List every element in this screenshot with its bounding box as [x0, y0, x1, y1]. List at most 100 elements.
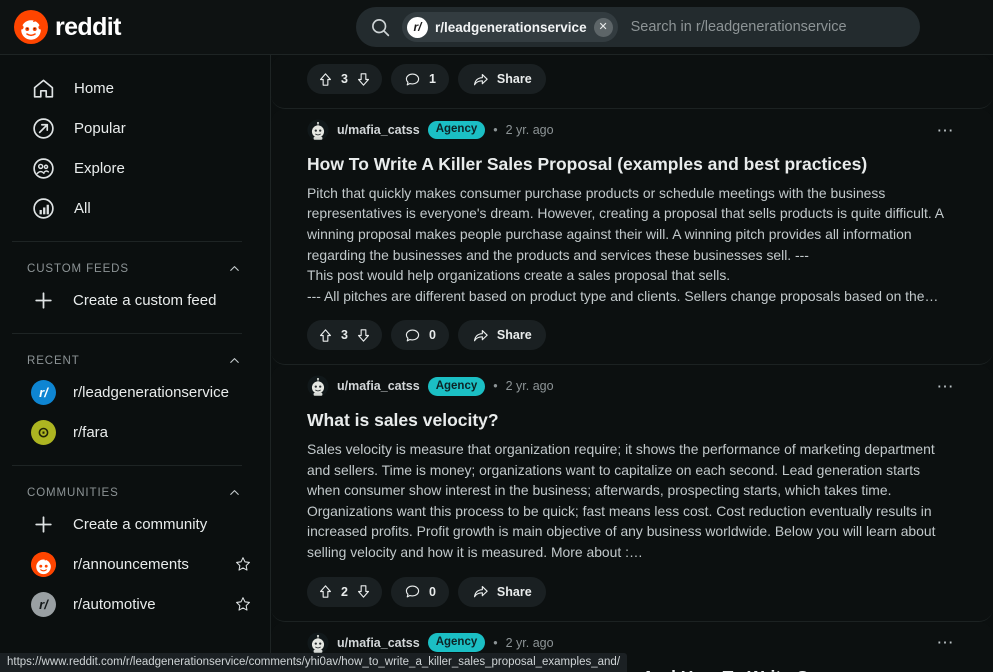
post-author[interactable]: u/mafia_catss — [337, 123, 420, 137]
create-community-button[interactable]: Create a community — [12, 504, 258, 544]
sidebar-divider-1 — [12, 241, 242, 242]
post-separator: • — [493, 379, 498, 394]
post-author[interactable]: u/mafia_catss — [337, 636, 420, 650]
create-custom-feed-button[interactable]: Create a custom feed — [12, 280, 258, 320]
share-label: Share — [496, 584, 532, 599]
user-avatar[interactable] — [307, 119, 329, 141]
downvote-arrow-icon[interactable] — [355, 583, 372, 600]
row-label: r/leadgenerationservice — [73, 383, 229, 401]
vote-pill[interactable]: 2 — [307, 576, 382, 607]
chevron-up-icon[interactable] — [227, 261, 242, 276]
sidebar-item-r-automotive[interactable]: r/ r/automotive — [12, 584, 258, 624]
comment-count: 1 — [428, 72, 436, 86]
post-title[interactable]: How To Write A Killer Sales Proposal (ex… — [307, 153, 957, 176]
reddit-snoo-logo — [14, 10, 48, 44]
post-timestamp: 2 yr. ago — [505, 635, 554, 650]
sidebar-item-popular[interactable]: Popular — [12, 108, 258, 148]
plus-icon — [35, 291, 52, 309]
reddit-home-logo[interactable]: reddit — [14, 10, 264, 44]
post-flair-badge[interactable]: Agency — [427, 377, 486, 396]
post-flair-badge[interactable]: Agency — [427, 633, 486, 652]
section-title: RECENT — [27, 354, 80, 367]
post-action-bar: 3 1 Share — [307, 64, 957, 94]
subreddit-chip-avatar: r/ — [407, 16, 428, 38]
clear-x-icon[interactable]: ✕ — [593, 17, 613, 37]
user-avatar[interactable] — [307, 632, 329, 654]
share-pill[interactable]: Share — [457, 576, 546, 607]
sidebar-section-recent-header[interactable]: RECENT — [27, 353, 242, 368]
share-arrow-icon — [473, 586, 488, 598]
subreddit-chip-label: r/leadgenerationservice — [435, 19, 587, 35]
search-bar[interactable]: r/ r/leadgenerationservice ✕ — [356, 7, 920, 47]
share-label: Share — [496, 328, 532, 343]
post-card: u/mafia_catss Agency • 2 yr. ago ⋯ What … — [271, 365, 993, 622]
upvote-arrow-icon[interactable] — [317, 583, 334, 600]
popular-arrow-icon — [33, 117, 54, 139]
sidebar-item-label: Explore — [74, 159, 125, 177]
vote-pill[interactable]: 3 — [307, 64, 382, 94]
kebab-menu-icon[interactable]: ⋯ — [935, 375, 958, 398]
sidebar-item-all[interactable]: All — [12, 188, 258, 228]
comment-count: 0 — [428, 328, 436, 343]
row-label: Create a custom feed — [73, 291, 217, 309]
post-flair-badge[interactable]: Agency — [427, 120, 486, 140]
top-header-bar: reddit r/ r/leadgenerationservice ✕ — [0, 0, 993, 55]
kebab-menu-icon[interactable]: ⋯ — [935, 119, 958, 142]
post-feed: — continued from previous post — 3 1 — [271, 55, 993, 672]
upvote-arrow-icon[interactable] — [317, 327, 334, 344]
community-avatar: r/ — [31, 379, 56, 405]
sidebar-item-r-leadgenerationservice[interactable]: r/ r/leadgenerationservice — [12, 372, 258, 412]
subreddit-filter-chip[interactable]: r/ r/leadgenerationservice ✕ — [402, 12, 618, 42]
post-separator: • — [493, 635, 498, 650]
comments-pill[interactable]: 1 — [390, 64, 449, 94]
post-timestamp: 2 yr. ago — [505, 379, 554, 394]
partial-post-above: — continued from previous post — 3 1 — [271, 55, 993, 109]
row-label: Create a community — [73, 515, 208, 533]
sidebar-divider-3 — [12, 465, 242, 466]
sidebar-section-custom-feeds-header[interactable]: CUSTOM FEEDS — [27, 261, 242, 276]
comments-pill[interactable]: 0 — [390, 576, 449, 607]
comment-bubble-icon — [405, 73, 420, 85]
sidebar-item-label: Popular — [74, 119, 126, 137]
explore-people-icon — [33, 157, 54, 179]
sidebar-item-r-announcements[interactable]: r/announcements — [12, 544, 258, 584]
comments-pill[interactable]: 0 — [390, 320, 449, 351]
star-outline-icon[interactable] — [234, 555, 252, 573]
upvote-arrow-icon[interactable] — [317, 71, 334, 88]
chevron-up-icon[interactable] — [227, 485, 242, 500]
share-arrow-icon — [473, 73, 488, 85]
sidebar-divider-2 — [12, 333, 242, 334]
search-input[interactable] — [630, 19, 906, 35]
share-arrow-icon — [473, 329, 488, 342]
comment-count: 0 — [428, 584, 436, 599]
star-outline-icon[interactable] — [234, 595, 252, 613]
downvote-arrow-icon[interactable] — [355, 71, 372, 88]
community-avatar — [31, 551, 56, 577]
user-avatar[interactable] — [307, 375, 329, 397]
kebab-menu-icon[interactable]: ⋯ — [935, 631, 958, 654]
vote-pill[interactable]: 3 — [307, 320, 382, 351]
share-label: Share — [496, 72, 532, 86]
sidebar-section-communities-header[interactable]: COMMUNITIES — [27, 485, 242, 500]
post-meta-row: u/mafia_catss Agency • 2 yr. ago ⋯ — [307, 369, 957, 403]
sidebar-item-label: All — [74, 199, 91, 217]
post-title[interactable]: What is sales velocity? — [307, 409, 957, 432]
section-title: COMMUNITIES — [27, 486, 119, 499]
vote-score: 2 — [341, 584, 348, 599]
sidebar-item-r-fara[interactable]: ⊙ r/fara — [12, 412, 258, 452]
reddit-snoo-avatar-icon — [31, 551, 56, 577]
comment-bubble-icon — [405, 329, 420, 342]
left-sidebar: Home Popular Explore All CUSTOM FEEDS Cr… — [0, 55, 271, 672]
community-avatar: r/ — [31, 591, 56, 617]
sidebar-item-home[interactable]: Home — [12, 68, 258, 108]
post-author[interactable]: u/mafia_catss — [337, 379, 420, 393]
share-pill[interactable]: Share — [457, 320, 546, 351]
sidebar-item-explore[interactable]: Explore — [12, 148, 258, 188]
chevron-up-icon[interactable] — [227, 353, 242, 368]
post-body-text: Pitch that quickly makes consumer purcha… — [307, 184, 944, 304]
post-timestamp: 2 yr. ago — [505, 123, 554, 137]
downvote-arrow-icon[interactable] — [355, 327, 372, 344]
section-title: CUSTOM FEEDS — [27, 262, 129, 275]
row-label: r/announcements — [73, 555, 189, 573]
share-pill[interactable]: Share — [457, 64, 546, 94]
